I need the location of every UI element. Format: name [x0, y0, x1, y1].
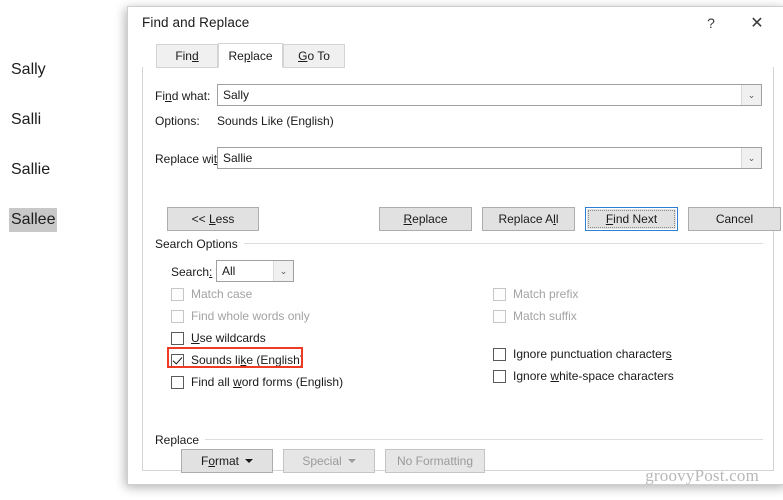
tab-find-label: Find — [175, 49, 199, 63]
replace-group-title: Replace — [155, 433, 206, 447]
replace-tab-panel: Find what: Sally ⌄ Options: Sounds Like … — [142, 67, 781, 473]
caret-down-icon — [347, 459, 356, 463]
checkbox-sounds-like[interactable]: Sounds like (English) — [171, 351, 304, 369]
document-line-text-selected: Sallee — [9, 208, 58, 232]
document-line-text: Sallie — [11, 161, 51, 178]
search-scope-select[interactable]: All ⌄ — [216, 260, 294, 282]
tab-find[interactable]: Find — [156, 44, 218, 68]
checkbox-match-suffix[interactable]: Match suffix — [493, 307, 577, 325]
special-label: Special — [302, 454, 342, 468]
checkbox-label: Find whole words only — [191, 309, 310, 323]
less-button[interactable]: << Less — [167, 207, 259, 231]
checkbox-label: Sounds like (English) — [191, 353, 304, 367]
checkbox-label: Use wildcards — [191, 331, 266, 345]
tab-replace[interactable]: Replace — [218, 43, 283, 68]
tab-go-to-label: Go To — [298, 49, 330, 63]
checkbox-box — [171, 331, 184, 345]
checkbox-label: Match case — [191, 287, 253, 301]
checkbox-label: Match prefix — [513, 287, 579, 301]
options-label: Options: — [155, 114, 200, 128]
search-scope-label: Search: — [171, 265, 213, 279]
help-icon[interactable]: ? — [692, 7, 730, 39]
search-scope-value: All — [222, 264, 236, 278]
replace-all-button[interactable]: Replace All — [482, 207, 575, 231]
checkbox-box — [493, 347, 506, 361]
checkbox-use-wildcards[interactable]: Use wildcards — [171, 329, 266, 347]
checkbox-label: Ignore white-space characters — [513, 369, 674, 383]
find-next-button[interactable]: Find Next — [585, 207, 678, 231]
document-line: Sallie — [9, 158, 119, 208]
document-line: Salli — [9, 108, 119, 158]
close-icon[interactable]: ✕ — [738, 7, 776, 39]
checkbox-label: Find all word forms (English) — [191, 375, 344, 389]
tab-go-to[interactable]: Go To — [283, 44, 345, 68]
checkbox-ignore-punctuation-characters[interactable]: Ignore punctuation characters — [493, 345, 672, 363]
checkbox-find-whole-words-only[interactable]: Find whole words only — [171, 307, 310, 325]
find-what-value: Sally — [223, 88, 250, 102]
checkbox-box — [171, 309, 184, 323]
options-value: Sounds Like (English) — [217, 114, 334, 128]
no-formatting-button[interactable]: No Formatting — [385, 449, 485, 473]
find-and-replace-dialog: Find and Replace ? ✕ Find Replace Go To … — [127, 6, 783, 485]
checkbox-box — [493, 287, 506, 301]
special-button[interactable]: Special — [283, 449, 375, 473]
dialog-title: Find and Replace — [142, 15, 250, 30]
replace-button[interactable]: Replace — [379, 207, 472, 231]
dialog-titlebar: Find and Replace ? ✕ — [128, 7, 783, 40]
replace-with-value: Sallie — [223, 151, 253, 165]
checkbox-match-case[interactable]: Match case — [171, 285, 252, 303]
cancel-button[interactable]: Cancel — [688, 207, 781, 231]
format-button[interactable]: Fo rmat — [181, 449, 273, 473]
find-what-label: Find what: — [155, 89, 211, 103]
watermark: groovyPost.com — [645, 466, 759, 485]
replace-with-input[interactable]: Sallie ⌄ — [217, 147, 762, 169]
checkbox-box — [171, 375, 184, 389]
checkbox-label: Ignore punctuation characters — [513, 347, 672, 361]
search-options-group-title: Search Options — [155, 237, 244, 251]
chevron-down-icon[interactable]: ⌄ — [273, 261, 293, 281]
document-line-text: Salli — [11, 111, 42, 128]
checkbox-ignore-white-space-characters[interactable]: Ignore white-space characters — [493, 367, 674, 385]
checkbox-box — [493, 369, 506, 383]
chevron-down-icon[interactable]: ⌄ — [741, 85, 761, 105]
chevron-down-icon[interactable]: ⌄ — [741, 148, 761, 168]
caret-down-icon — [245, 459, 254, 463]
document-line: Sally — [9, 58, 119, 108]
search-options-group-divider — [155, 243, 763, 244]
checkbox-label: Match suffix — [513, 309, 577, 323]
checkbox-match-prefix[interactable]: Match prefix — [493, 285, 578, 303]
focus-ring — [588, 210, 675, 228]
checkbox-box — [171, 287, 184, 301]
document-text-lines: Sally Salli Sallie Sallee — [9, 58, 119, 258]
tabstrip: Find Replace Go To — [142, 43, 774, 68]
checkbox-box-checked — [171, 353, 184, 367]
checkbox-box — [493, 309, 506, 323]
replace-group-divider — [155, 439, 763, 440]
document-line: Sallee — [9, 208, 119, 258]
checkbox-find-all-word-forms[interactable]: Find all word forms (English) — [171, 373, 343, 391]
document-line-text: Sally — [11, 61, 46, 78]
find-what-input[interactable]: Sally ⌄ — [217, 84, 762, 106]
tab-replace-label: Replace — [228, 48, 273, 63]
